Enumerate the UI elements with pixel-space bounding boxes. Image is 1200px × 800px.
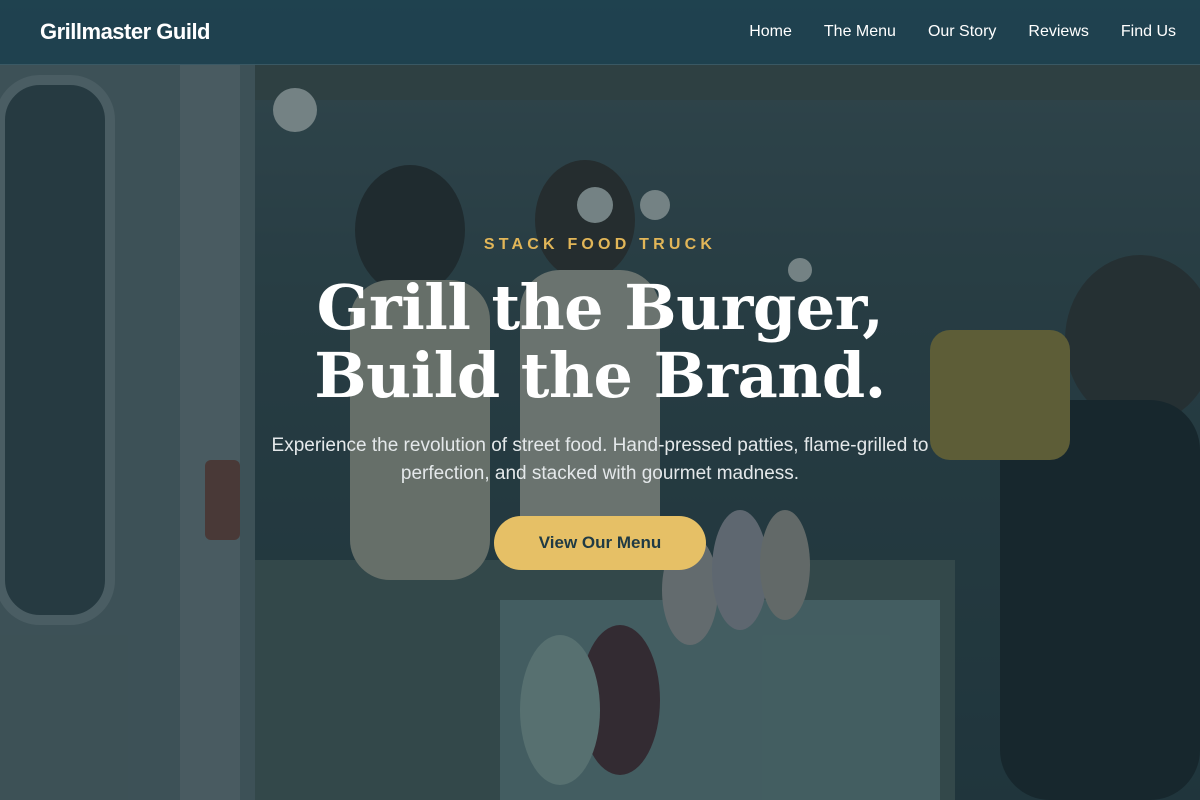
hero-eyebrow: STACK FOOD TRUCK	[483, 236, 717, 253]
hero-subtitle: Experience the revolution of street food…	[271, 435, 929, 484]
view-menu-button[interactable]: View Our Menu	[494, 516, 706, 570]
hero-headline-line-1: Grill the Burger,	[316, 271, 884, 344]
hero-section: STACK FOOD TRUCK Grill the Burger, Build…	[0, 0, 1200, 800]
hero-headline-line-2: Build the Brand.	[314, 339, 886, 412]
page: Grillmaster Guild Home The Menu Our Stor…	[0, 0, 1200, 800]
hero-headline: Grill the Burger, Build the Brand.	[314, 274, 886, 410]
